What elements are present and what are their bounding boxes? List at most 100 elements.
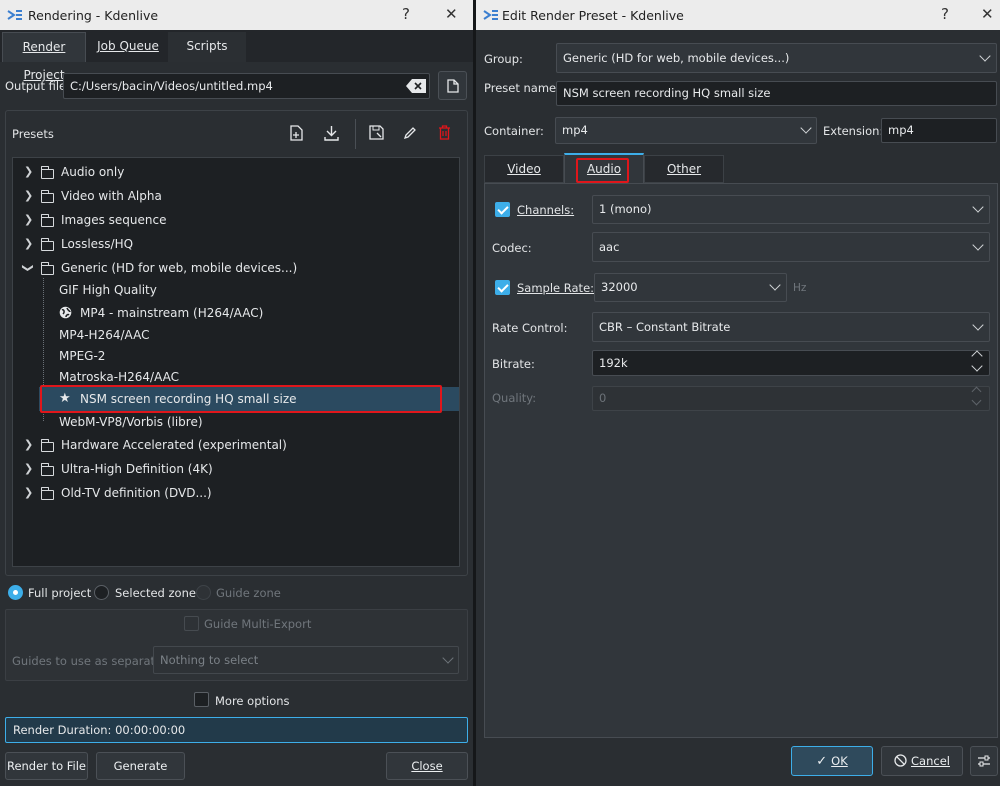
cancel-button[interactable]: Cancel	[881, 746, 963, 776]
group-select[interactable]: Generic (HD for web, mobile devices...)	[556, 43, 997, 73]
extension-input[interactable]: mp4	[881, 118, 997, 143]
delete-trash-icon[interactable]	[438, 125, 451, 140]
globe-icon	[59, 306, 72, 319]
toolbar-divider	[355, 119, 356, 149]
open-file-button[interactable]	[438, 71, 467, 100]
presets-label: Presets	[12, 127, 54, 141]
save-preset-icon[interactable]	[369, 125, 384, 140]
tab-video[interactable]: Video	[484, 155, 564, 183]
tab-scripts[interactable]: Scripts	[168, 32, 246, 62]
render-to-file-button[interactable]: Render to File	[5, 752, 88, 780]
codec-select[interactable]: aac	[592, 232, 990, 262]
tree-folder-audio-only[interactable]: ❯ Audio only	[24, 161, 449, 183]
tree-folder-images-sequence[interactable]: ❯ Images sequence	[24, 209, 449, 231]
tree-folder-old-tv[interactable]: ❯ Old-TV definition (DVD...)	[24, 482, 449, 504]
highlight-box-audio-tab	[576, 158, 629, 183]
new-preset-icon[interactable]	[290, 125, 304, 141]
folder-icon	[40, 190, 54, 203]
kdenlive-logo-icon	[7, 10, 22, 20]
sample-rate-checkbox[interactable]	[495, 280, 510, 295]
close-window-button[interactable]: ✕	[981, 5, 994, 23]
tab-other[interactable]: Other	[644, 155, 724, 183]
bitrate-label: Bitrate:	[492, 357, 535, 371]
chevron-right-icon: ❯	[24, 462, 34, 475]
rate-control-label: Rate Control:	[492, 321, 568, 335]
kdenlive-logo-icon	[483, 10, 498, 20]
tree-item-gif[interactable]: GIF High Quality	[59, 279, 449, 301]
quality-label: Quality:	[492, 391, 537, 405]
tree-folder-uhd[interactable]: ❯ Ultra-High Definition (4K)	[24, 458, 449, 480]
preset-tree: ❯ Audio only ❯ Video with Alpha ❯ Images…	[12, 157, 460, 567]
edit-render-preset-window: Edit Render Preset - Kdenlive ? ✕ Group:…	[476, 0, 1000, 786]
tree-folder-lossless[interactable]: ❯ Lossless/HQ	[24, 233, 449, 255]
tree-item-webm[interactable]: WebM-VP8/Vorbis (libre)	[59, 411, 449, 433]
guide-multi-export-label: Guide Multi-Export	[204, 617, 312, 631]
container-select[interactable]: mp4	[555, 117, 817, 144]
window-title: Rendering - Kdenlive	[28, 8, 159, 23]
tree-item-mp4-h264[interactable]: MP4-H264/AAC	[59, 324, 449, 346]
generate-script-button[interactable]: Generate Script	[96, 752, 185, 786]
container-label: Container:	[484, 124, 544, 138]
bitrate-spinbox[interactable]: 192k	[592, 350, 990, 376]
more-options-checkbox[interactable]	[194, 692, 209, 707]
channels-select[interactable]: 1 (mono)	[592, 195, 990, 224]
folder-icon	[40, 463, 54, 476]
sample-rate-select[interactable]: 32000	[594, 273, 787, 302]
selected-zone-radio[interactable]	[94, 585, 109, 600]
edit-pencil-icon[interactable]	[403, 126, 417, 140]
folder-icon	[40, 166, 54, 179]
guide-multi-export-checkbox	[184, 616, 199, 631]
chevron-right-icon: ❯	[24, 486, 34, 499]
help-button[interactable]: ?	[941, 5, 949, 23]
tree-folder-hardware-accelerated[interactable]: ❯ Hardware Accelerated (experimental)	[24, 434, 449, 456]
chevron-down-icon: ❯	[21, 263, 35, 273]
tree-folder-generic[interactable]: ❯ Generic (HD for web, mobile devices...…	[22, 257, 449, 279]
tree-item-mpeg2[interactable]: MPEG-2	[59, 345, 449, 367]
chevron-right-icon: ❯	[24, 237, 34, 250]
help-button[interactable]: ?	[402, 5, 410, 23]
channels-checkbox[interactable]	[495, 202, 510, 217]
rendering-titlebar: Rendering - Kdenlive ? ✕	[0, 0, 473, 30]
chevron-right-icon: ❯	[24, 213, 34, 226]
folder-icon	[40, 214, 54, 227]
codec-label: Codec:	[492, 241, 532, 255]
full-project-radio[interactable]	[8, 585, 23, 600]
preset-name-label: Preset name:	[484, 81, 561, 95]
channels-label: Channels:	[517, 203, 575, 217]
settings-button[interactable]	[970, 746, 998, 776]
output-file-input[interactable]: C:/Users/bacin/Videos/untitled.mp4	[63, 73, 430, 99]
render-duration-bar: Render Duration: 00:00:00:00	[5, 717, 468, 743]
tab-job-queue[interactable]: Job Queue	[88, 32, 168, 62]
clear-input-icon[interactable]	[406, 79, 426, 93]
tree-folder-video-alpha[interactable]: ❯ Video with Alpha	[24, 185, 449, 207]
sample-rate-unit: Hz	[793, 282, 807, 294]
download-icon[interactable]	[324, 125, 339, 141]
highlight-box-selected-preset	[40, 385, 442, 413]
selected-zone-label: Selected zone	[115, 586, 196, 600]
folder-icon	[40, 487, 54, 500]
rate-control-select[interactable]: CBR – Constant Bitrate	[592, 312, 990, 342]
extension-label: Extension:	[823, 124, 884, 138]
folder-icon	[40, 238, 54, 251]
guides-separator-select: Nothing to select	[153, 646, 459, 674]
close-window-button[interactable]: ✕	[445, 5, 458, 23]
folder-open-icon	[40, 262, 54, 275]
tree-item-mp4-mainstream[interactable]: MP4 - mainstream (H264/AAC)	[59, 302, 449, 324]
window-title: Edit Render Preset - Kdenlive	[502, 8, 684, 23]
group-label: Group:	[484, 52, 523, 66]
output-file-label: Output file	[5, 79, 67, 93]
cancel-icon	[894, 754, 907, 767]
tab-render-project[interactable]: Render Project	[2, 32, 86, 82]
chevron-right-icon: ❯	[24, 438, 34, 451]
guide-zone-label: Guide zone	[216, 586, 281, 600]
preset-titlebar: Edit Render Preset - Kdenlive ? ✕	[476, 0, 1000, 30]
sliders-icon	[978, 755, 990, 767]
preset-name-input[interactable]: NSM screen recording HQ small size	[556, 81, 997, 106]
ok-button[interactable]: ✓ OK	[791, 746, 873, 776]
close-button[interactable]: Close	[386, 752, 468, 780]
guide-zone-radio	[196, 585, 211, 600]
chevron-right-icon: ❯	[24, 189, 34, 202]
chevron-right-icon: ❯	[24, 165, 34, 178]
checkmark-icon: ✓	[816, 754, 828, 769]
audio-panel	[484, 183, 998, 738]
